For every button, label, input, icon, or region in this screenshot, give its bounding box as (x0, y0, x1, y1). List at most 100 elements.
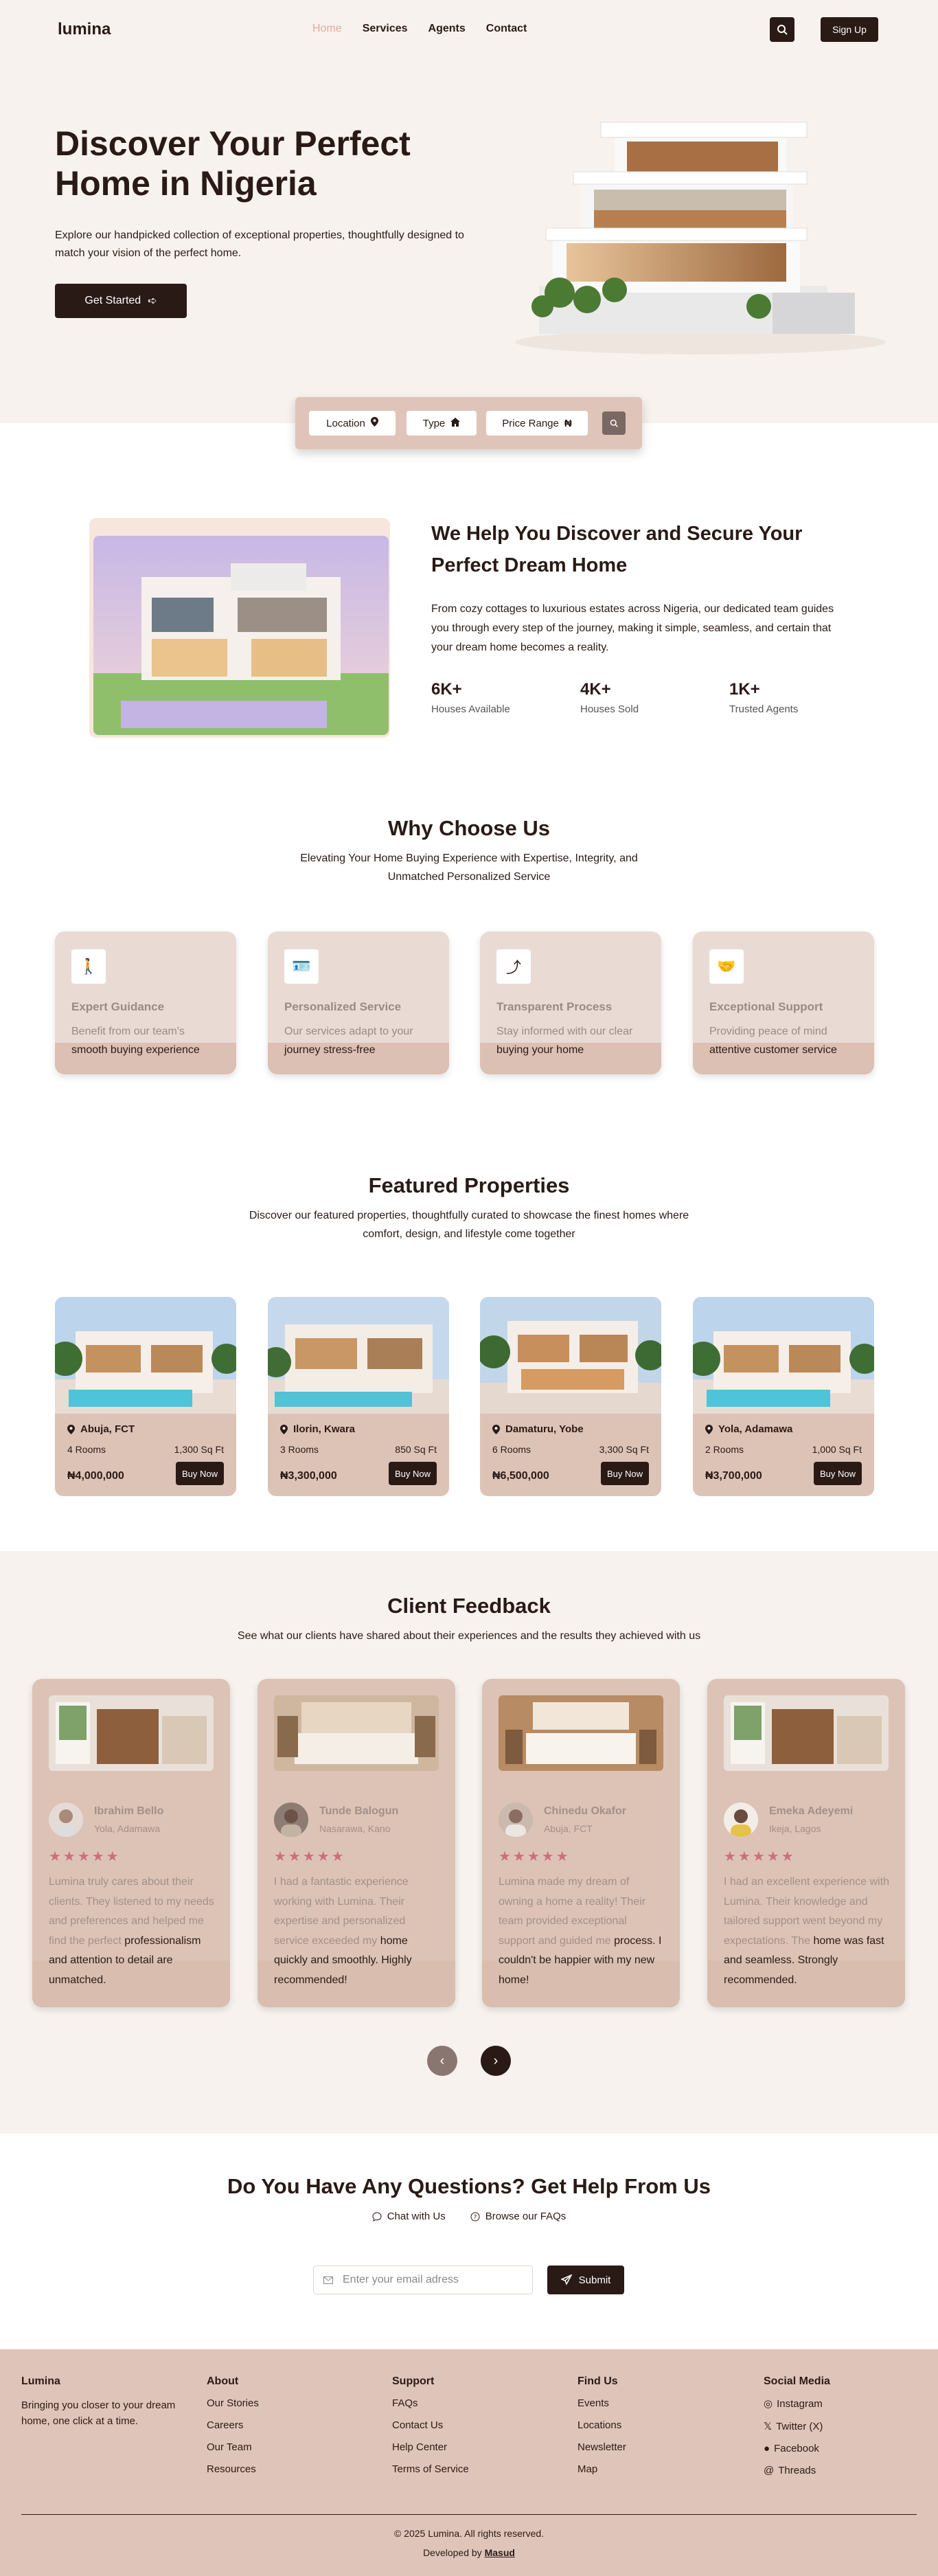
buy-now-button[interactable]: Buy Now (176, 1462, 224, 1485)
nav-agents[interactable]: Agents (428, 23, 466, 35)
buy-now-button[interactable]: Buy Now (601, 1462, 649, 1485)
star-rating: ★★★★★ (49, 1849, 121, 1864)
client-name: Ibrahim Bello (94, 1805, 164, 1817)
testimonial-image (274, 1695, 439, 1771)
footer-divider (21, 2514, 917, 2515)
star-rating: ★★★★★ (724, 1849, 796, 1864)
footer-link[interactable]: FAQs (392, 2397, 469, 2409)
chat-link[interactable]: Chat with Us (372, 2211, 446, 2222)
naira-icon: ₦ (564, 417, 572, 429)
buy-now-button[interactable]: Buy Now (389, 1462, 437, 1485)
property-size: 3,300 Sq Ft (599, 1444, 649, 1455)
stat-label: Houses Available (431, 703, 510, 715)
testimonial-image (499, 1695, 663, 1771)
email-field[interactable]: Enter your email adress (313, 2266, 533, 2294)
submit-button[interactable]: Submit (547, 2266, 624, 2294)
search-submit-button[interactable] (602, 411, 626, 435)
property-price: ₦3,300,000 (280, 1470, 337, 1482)
property-rooms: 4 Rooms (67, 1444, 106, 1455)
search-icon (610, 419, 618, 427)
property-card[interactable]: Ilorin, Kwara 3 Rooms 850 Sq Ft ₦3,300,0… (268, 1297, 449, 1496)
avatar (724, 1803, 758, 1837)
footer-link[interactable]: Contact Us (392, 2419, 469, 2431)
stat-label: Trusted Agents (729, 703, 799, 715)
social-threads-link[interactable]: @ Threads (764, 2465, 830, 2476)
footer-link[interactable]: Our Team (207, 2441, 259, 2453)
nav-services[interactable]: Services (363, 23, 408, 35)
footer-link[interactable]: Map (577, 2463, 626, 2475)
why-card-exceptional-support: 🤝 Exceptional Support Providing peace of… (693, 931, 874, 1074)
hero-title: Discover Your Perfect Home in Nigeria (55, 124, 411, 203)
carousel-next-button[interactable]: › (481, 2046, 511, 2076)
property-size: 1,300 Sq Ft (174, 1444, 224, 1455)
footer-link[interactable]: Events (577, 2397, 626, 2409)
footer-link[interactable]: Careers (207, 2419, 259, 2431)
map-pin-icon (280, 1424, 288, 1434)
property-price: ₦4,000,000 (67, 1470, 124, 1482)
nav-search-button[interactable] (770, 17, 794, 42)
why-card-text: Benefit from our team's smooth buying exp… (71, 1026, 200, 1056)
browse-faqs-link[interactable]: ? Browse our FAQs (470, 2211, 566, 2222)
chevron-right-icon: › (493, 2053, 499, 2068)
property-card[interactable]: Abuja, FCT 4 Rooms 1,300 Sq Ft ₦4,000,00… (55, 1297, 236, 1496)
client-name: Tunde Balogun (319, 1805, 399, 1817)
why-title: Why Choose Us (388, 816, 550, 840)
signup-button[interactable]: Sign Up (821, 17, 878, 42)
x-icon: 𝕏 (764, 2421, 773, 2432)
property-rooms: 3 Rooms (280, 1444, 319, 1455)
arrow-icon: ➪ (148, 295, 157, 307)
property-rooms: 2 Rooms (705, 1444, 744, 1455)
property-location: Yola, Adamawa (705, 1423, 792, 1435)
footer-link[interactable]: Our Stories (207, 2397, 259, 2409)
nav-contact[interactable]: Contact (486, 23, 527, 35)
feedback-subtitle: See what our clients have shared about t… (237, 1630, 701, 1642)
threads-icon: @ (764, 2465, 775, 2476)
hero-house-image (515, 122, 886, 354)
stat-label: Houses Sold (580, 703, 639, 715)
facebook-icon: ● (764, 2443, 770, 2454)
star-rating: ★★★★★ (274, 1849, 346, 1864)
social-instagram-link[interactable]: ◎ Instagram (764, 2397, 830, 2410)
developer-link[interactable]: Masud (485, 2547, 515, 2558)
logo[interactable]: lumina (58, 20, 111, 39)
footer-col-support: Support FAQs Contact Us Help Center Term… (392, 2375, 469, 2475)
featured-subtitle: Discover our featured properties, though… (249, 1210, 689, 1240)
footer-col-about: About Our Stories Careers Our Team Resou… (207, 2375, 259, 2475)
property-price: ₦6,500,000 (492, 1470, 549, 1482)
svg-text:?: ? (473, 2214, 477, 2221)
property-card[interactable]: Yola, Adamawa 2 Rooms 1,000 Sq Ft ₦3,700… (693, 1297, 874, 1496)
footer-link[interactable]: Newsletter (577, 2441, 626, 2453)
nav-home[interactable]: Home (312, 23, 342, 35)
testimonial-card: Ibrahim Bello Yola, Adamawa ★★★★★ Lumina… (32, 1679, 230, 2007)
social-facebook-link[interactable]: ● Facebook (764, 2443, 830, 2454)
footer-link[interactable]: Locations (577, 2419, 626, 2431)
stat-trusted-agents: 1K+ Trusted Agents (729, 680, 798, 715)
get-started-button[interactable]: Get Started ➪ (55, 284, 187, 318)
footer-link[interactable]: Resources (207, 2463, 259, 2475)
hero-subtitle: Explore our handpicked collection of exc… (55, 229, 464, 259)
property-location: Damaturu, Yobe (492, 1423, 584, 1435)
search-icon (777, 25, 788, 35)
why-card-transparent-process: ⤴ Transparent Process Stay informed with… (480, 931, 661, 1074)
buy-now-button[interactable]: Buy Now (814, 1462, 862, 1485)
avatar (499, 1803, 533, 1837)
why-card-text: Stay informed with our clear buying your … (496, 1026, 633, 1056)
type-filter[interactable]: Type (407, 411, 477, 436)
testimonial-card: Emeka Adeyemi Ikeja, Lagos ★★★★★ I had a… (707, 1679, 905, 2007)
map-pin-icon (705, 1424, 713, 1434)
social-twitter-link[interactable]: 𝕏 Twitter (X) (764, 2420, 830, 2433)
testimonial-text: Lumina made my dream of owning a home a … (499, 1876, 662, 1986)
carousel-prev-button[interactable]: ‹ (427, 2046, 457, 2076)
price-range-filter[interactable]: Price Range ₦ (486, 411, 588, 436)
property-size: 1,000 Sq Ft (812, 1444, 862, 1455)
footer-link[interactable]: Terms of Service (392, 2463, 469, 2475)
why-card-title: Expert Guidance (71, 1000, 165, 1013)
footer-link[interactable]: Help Center (392, 2441, 469, 2453)
testimonial-card: Tunde Balogun Nasarawa, Kano ★★★★★ I had… (258, 1679, 455, 2007)
property-card[interactable]: Damaturu, Yobe 6 Rooms 3,300 Sq Ft ₦6,50… (480, 1297, 661, 1496)
avatar (274, 1803, 308, 1837)
property-image (55, 1297, 236, 1414)
location-filter[interactable]: Location (309, 411, 396, 436)
route-icon: ⤴ (496, 949, 531, 984)
instagram-icon: ◎ (764, 2398, 773, 2410)
